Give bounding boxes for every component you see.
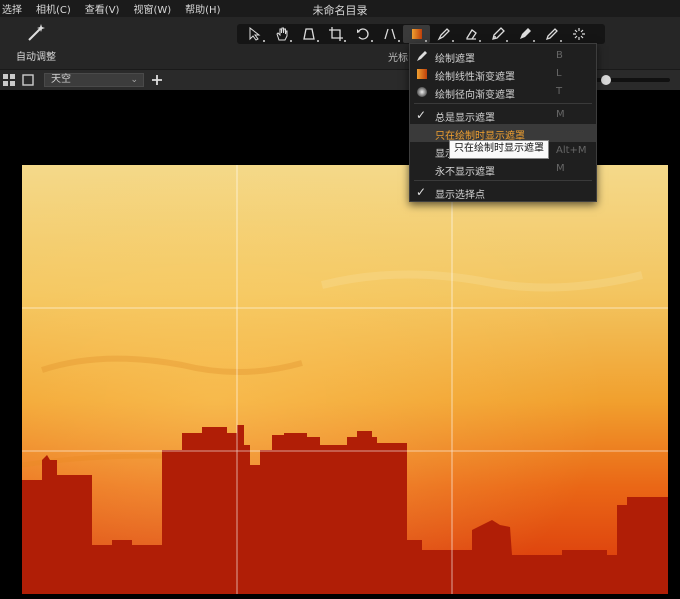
fill-tool[interactable] — [511, 25, 538, 43]
draw-radial-gradient-mask-label: 绘制径向渐变遮罩 — [435, 90, 515, 101]
menu-divider — [414, 180, 592, 181]
draw-linear-gradient-mask-label: 绘制线性渐变遮罩 — [435, 72, 515, 83]
menu-select[interactable]: 选择 — [0, 1, 22, 16]
eraser-icon — [465, 29, 477, 40]
keystone-tool[interactable] — [295, 25, 322, 43]
never-show-mask-item[interactable]: 永不显示遮罩 M — [410, 160, 596, 178]
auto-adjust-label: 自动调整 — [16, 52, 56, 63]
checkmark-icon: ✓ — [416, 185, 427, 199]
sunset-photo — [22, 165, 668, 594]
wand-tool[interactable] — [565, 25, 592, 43]
crop-icon — [328, 27, 343, 41]
chevron-down-icon: ⌄ — [130, 75, 138, 85]
menu-bar: 选择 相机(C) 查看(V) 视窗(W) 帮助(H) 未命名目录 — [0, 0, 680, 17]
never-show-mask-shortcut: M — [556, 163, 565, 174]
linear-gradient-icon — [417, 69, 427, 79]
menu-view[interactable]: 查看(V) — [83, 1, 120, 16]
brush-tool[interactable] — [430, 25, 457, 43]
opacity-slider-knob[interactable] — [601, 75, 612, 85]
fill-icon — [519, 28, 531, 39]
pen-icon — [491, 27, 505, 40]
always-show-mask-label: 总是显示遮罩 — [435, 113, 495, 124]
brush-icon — [437, 28, 450, 41]
show-selected-mask-shortcut: Alt+M — [556, 145, 587, 156]
menu-camera[interactable]: 相机(C) — [34, 1, 71, 16]
mask-gradient-tool[interactable] — [403, 25, 430, 43]
draw-radial-gradient-mask-shortcut: T — [556, 86, 563, 97]
checkmark-icon: ✓ — [416, 108, 427, 122]
menu-divider — [414, 103, 592, 104]
menu-help[interactable]: 帮助(H) — [183, 1, 220, 16]
keystone-icon — [302, 28, 315, 40]
grid-view-icon[interactable] — [3, 74, 15, 86]
select-cursor-icon — [249, 27, 260, 41]
tool-strip — [237, 24, 605, 44]
tooltip: 只在绘制时显示遮罩 — [449, 140, 549, 159]
radial-gradient-icon — [417, 87, 427, 97]
mask-gradient-icon — [411, 29, 422, 39]
pencil-icon — [545, 28, 558, 41]
pencil-tool[interactable] — [538, 25, 565, 43]
draw-linear-gradient-mask-item[interactable]: 绘制线性渐变遮罩 L — [410, 65, 596, 83]
rotate-icon — [356, 28, 369, 40]
magic-wand-icon — [572, 28, 585, 40]
rotate-tool[interactable] — [349, 25, 376, 43]
magic-wand-icon — [28, 24, 45, 41]
layer-select[interactable]: 天空 ⌄ — [44, 73, 144, 87]
crop-tool[interactable] — [322, 25, 349, 43]
menu-window[interactable]: 视窗(W) — [131, 1, 171, 16]
never-show-mask-label: 永不显示遮罩 — [435, 167, 495, 178]
straighten-tool[interactable] — [376, 25, 403, 43]
draw-mask-shortcut: B — [556, 50, 563, 61]
single-view-icon[interactable] — [22, 74, 34, 86]
draw-linear-gradient-mask-shortcut: L — [556, 68, 562, 79]
eraser-tool[interactable] — [457, 25, 484, 43]
hand-pan-icon — [275, 27, 287, 41]
pen-tool[interactable] — [484, 25, 511, 43]
draw-radial-gradient-mask-item[interactable]: 绘制径向渐变遮罩 T — [410, 83, 596, 101]
pan-tool[interactable] — [268, 25, 295, 43]
add-layer-icon[interactable] — [151, 74, 163, 86]
select-cursor-tool[interactable] — [241, 25, 268, 43]
draw-mask-item[interactable]: 绘制遮罩 B — [410, 47, 596, 65]
draw-mask-label: 绘制遮罩 — [435, 54, 475, 65]
show-pick-points-item[interactable]: ✓ 显示选择点 — [410, 183, 596, 201]
always-show-mask-shortcut: M — [556, 109, 565, 120]
tool-caption: 光标 — [388, 53, 408, 64]
layer-select-value: 天空 — [51, 74, 71, 85]
auto-adjust-button[interactable]: 自动调整 — [10, 23, 62, 63]
mask-dropdown-menu: 绘制遮罩 B 绘制线性渐变遮罩 L 绘制径向渐变遮罩 T ✓ 总是显示遮罩 M … — [409, 43, 597, 202]
show-pick-points-label: 显示选择点 — [435, 190, 485, 201]
brush-icon — [417, 51, 427, 61]
always-show-mask-item[interactable]: ✓ 总是显示遮罩 M — [410, 106, 596, 124]
straighten-icon — [383, 28, 396, 40]
